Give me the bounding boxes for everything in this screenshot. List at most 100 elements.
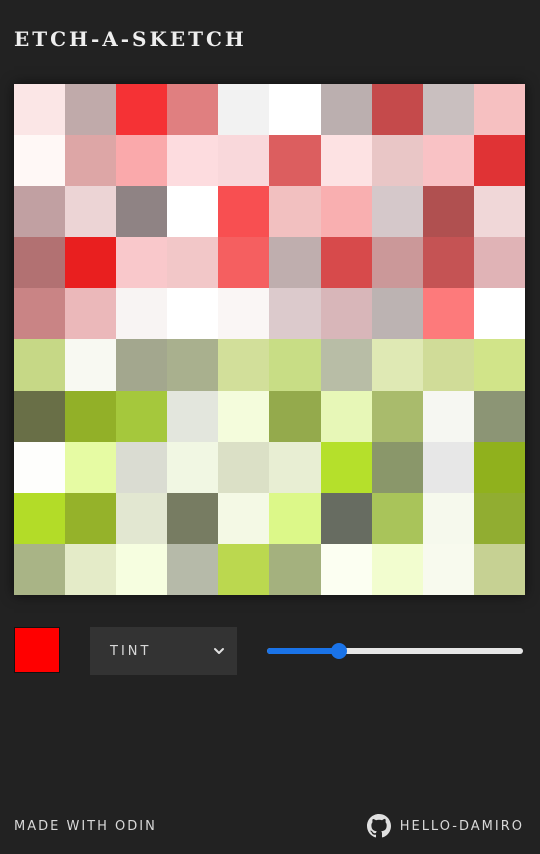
grid-cell[interactable] xyxy=(65,441,117,493)
grid-cell[interactable] xyxy=(167,186,219,238)
grid-cell[interactable] xyxy=(269,237,321,289)
grid-cell[interactable] xyxy=(116,390,168,442)
grid-cell[interactable] xyxy=(218,339,270,391)
size-slider[interactable] xyxy=(267,643,523,659)
grid-cell[interactable] xyxy=(371,441,423,493)
grid-cell[interactable] xyxy=(320,186,372,238)
grid-cell[interactable] xyxy=(422,186,474,238)
grid-cell[interactable] xyxy=(116,237,168,289)
grid-cell[interactable] xyxy=(422,339,474,391)
grid-cell[interactable] xyxy=(65,237,117,289)
grid-cell[interactable] xyxy=(269,492,321,544)
grid-cell[interactable] xyxy=(473,441,525,493)
grid-cell[interactable] xyxy=(422,390,474,442)
grid-cell[interactable] xyxy=(320,84,372,136)
grid-cell[interactable] xyxy=(371,84,423,136)
grid-cell[interactable] xyxy=(269,135,321,187)
grid-cell[interactable] xyxy=(371,288,423,340)
grid-cell[interactable] xyxy=(218,288,270,340)
grid-cell[interactable] xyxy=(473,186,525,238)
grid-cell[interactable] xyxy=(473,135,525,187)
grid-cell[interactable] xyxy=(371,135,423,187)
grid-cell[interactable] xyxy=(218,84,270,136)
grid-cell[interactable] xyxy=(473,288,525,340)
grid-cell[interactable] xyxy=(473,492,525,544)
grid-cell[interactable] xyxy=(371,237,423,289)
grid-cell[interactable] xyxy=(14,186,66,238)
grid-cell[interactable] xyxy=(14,543,66,595)
grid-cell[interactable] xyxy=(14,441,66,493)
grid-cell[interactable] xyxy=(473,237,525,289)
grid-cell[interactable] xyxy=(14,84,66,136)
grid-cell[interactable] xyxy=(269,543,321,595)
grid-cell[interactable] xyxy=(14,390,66,442)
grid-cell[interactable] xyxy=(320,492,372,544)
grid-cell[interactable] xyxy=(269,441,321,493)
grid-cell[interactable] xyxy=(167,543,219,595)
grid-cell[interactable] xyxy=(218,135,270,187)
grid-cell[interactable] xyxy=(167,492,219,544)
grid-cell[interactable] xyxy=(269,288,321,340)
slider-thumb[interactable] xyxy=(330,643,347,659)
grid-cell[interactable] xyxy=(167,288,219,340)
grid-cell[interactable] xyxy=(269,186,321,238)
grid-cell[interactable] xyxy=(422,543,474,595)
grid-cell[interactable] xyxy=(422,492,474,544)
grid-cell[interactable] xyxy=(65,492,117,544)
grid-cell[interactable] xyxy=(320,237,372,289)
grid-cell[interactable] xyxy=(65,543,117,595)
mode-select[interactable]: TINT xyxy=(90,627,237,675)
sketch-grid[interactable] xyxy=(14,84,525,595)
grid-cell[interactable] xyxy=(218,237,270,289)
grid-cell[interactable] xyxy=(116,492,168,544)
grid-cell[interactable] xyxy=(167,441,219,493)
grid-cell[interactable] xyxy=(371,390,423,442)
color-picker[interactable] xyxy=(14,627,60,673)
grid-cell[interactable] xyxy=(473,339,525,391)
grid-cell[interactable] xyxy=(473,390,525,442)
grid-cell[interactable] xyxy=(167,390,219,442)
grid-cell[interactable] xyxy=(371,339,423,391)
grid-cell[interactable] xyxy=(320,390,372,442)
grid-cell[interactable] xyxy=(218,492,270,544)
grid-cell[interactable] xyxy=(422,441,474,493)
grid-cell[interactable] xyxy=(371,543,423,595)
grid-cell[interactable] xyxy=(65,339,117,391)
grid-cell[interactable] xyxy=(65,390,117,442)
grid-cell[interactable] xyxy=(218,543,270,595)
grid-cell[interactable] xyxy=(218,441,270,493)
grid-cell[interactable] xyxy=(422,288,474,340)
grid-cell[interactable] xyxy=(320,288,372,340)
grid-cell[interactable] xyxy=(218,390,270,442)
grid-cell[interactable] xyxy=(269,84,321,136)
grid-cell[interactable] xyxy=(167,339,219,391)
grid-cell[interactable] xyxy=(14,237,66,289)
grid-cell[interactable] xyxy=(14,135,66,187)
grid-cell[interactable] xyxy=(371,492,423,544)
grid-cell[interactable] xyxy=(116,543,168,595)
grid-cell[interactable] xyxy=(65,135,117,187)
grid-cell[interactable] xyxy=(167,135,219,187)
grid-cell[interactable] xyxy=(422,135,474,187)
grid-cell[interactable] xyxy=(473,84,525,136)
grid-cell[interactable] xyxy=(116,288,168,340)
grid-cell[interactable] xyxy=(371,186,423,238)
grid-cell[interactable] xyxy=(422,84,474,136)
grid-cell[interactable] xyxy=(65,288,117,340)
grid-cell[interactable] xyxy=(65,84,117,136)
grid-cell[interactable] xyxy=(320,441,372,493)
grid-cell[interactable] xyxy=(422,237,474,289)
grid-cell[interactable] xyxy=(473,543,525,595)
grid-cell[interactable] xyxy=(116,186,168,238)
grid-cell[interactable] xyxy=(14,288,66,340)
grid-cell[interactable] xyxy=(167,237,219,289)
grid-cell[interactable] xyxy=(218,186,270,238)
grid-cell[interactable] xyxy=(167,84,219,136)
grid-cell[interactable] xyxy=(14,339,66,391)
grid-cell[interactable] xyxy=(116,339,168,391)
grid-cell[interactable] xyxy=(116,441,168,493)
grid-cell[interactable] xyxy=(320,135,372,187)
grid-cell[interactable] xyxy=(269,390,321,442)
grid-cell[interactable] xyxy=(320,543,372,595)
github-link[interactable]: HELLO-DAMIRO xyxy=(366,814,524,838)
